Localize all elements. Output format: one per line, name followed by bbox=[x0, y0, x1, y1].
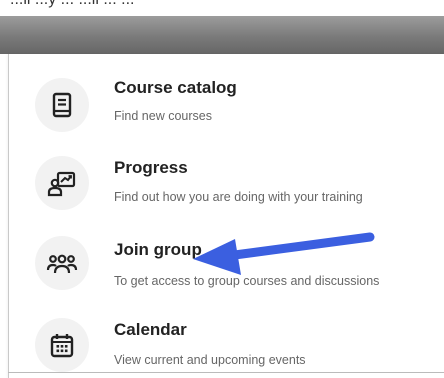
item-title: Calendar bbox=[114, 320, 187, 339]
header-bar bbox=[0, 16, 444, 54]
progress-icon bbox=[35, 156, 89, 210]
item-description: To get access to group courses and discu… bbox=[114, 274, 380, 288]
menu-item-calendar[interactable]: Calendar View current and upcoming event… bbox=[17, 306, 437, 378]
item-title: Course catalog bbox=[114, 78, 237, 97]
item-description: Find new courses bbox=[114, 109, 212, 123]
calendar-icon bbox=[35, 318, 89, 372]
page: ...ll ...y ... ...ll ... ... Course cata… bbox=[0, 0, 444, 378]
item-description: View current and upcoming events bbox=[114, 353, 306, 367]
bottom-divider bbox=[8, 372, 444, 373]
item-title: Join group bbox=[114, 240, 202, 259]
menu-panel: Course catalog Find new courses Progress… bbox=[8, 54, 444, 378]
book-icon bbox=[35, 78, 89, 132]
cropped-top-text: ...ll ...y ... ...ll ... ... bbox=[10, 0, 134, 9]
group-icon bbox=[35, 236, 89, 290]
item-title: Progress bbox=[114, 158, 188, 177]
menu-item-course-catalog[interactable]: Course catalog Find new courses bbox=[17, 66, 437, 144]
menu-item-progress[interactable]: Progress Find out how you are doing with… bbox=[17, 144, 437, 222]
item-description: Find out how you are doing with your tra… bbox=[114, 190, 363, 204]
menu-item-join-group[interactable]: Join group To get access to group course… bbox=[17, 224, 437, 302]
